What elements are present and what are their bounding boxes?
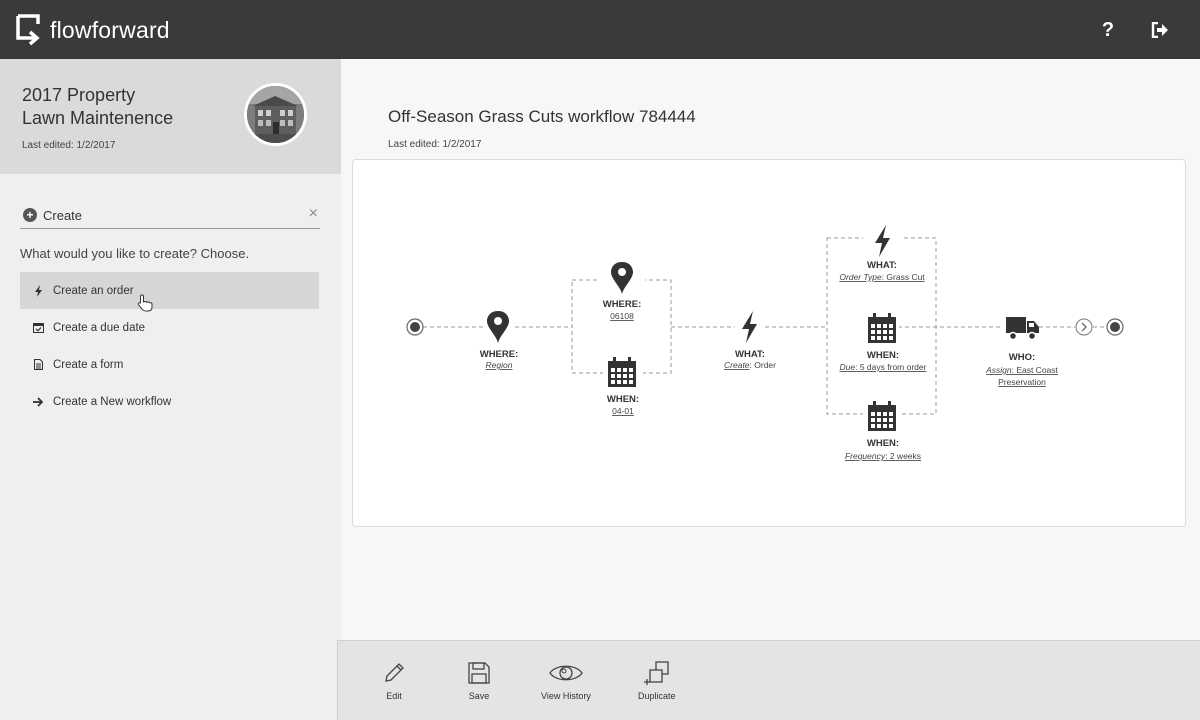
logout-icon [1151,22,1168,38]
building-image [247,86,304,143]
edit-button[interactable]: Edit [382,661,406,701]
svg-text:WHEN:: WHEN: [607,394,639,405]
arrow-right-icon [32,396,44,408]
create-menu: Create an order Create a due date Create… [20,272,319,420]
create-form-item[interactable]: Create a form [20,346,319,383]
svg-text:04-01: 04-01 [612,406,634,416]
workflow-diagram: WHERE: Region WHERE: 06108 WHEN: 04-01 W… [406,222,1124,461]
create-new-workflow-item[interactable]: Create a New workflow [20,383,319,420]
what-type-node[interactable]: WHAT: Order Type: Grass Cut [839,222,925,282]
next-step-button[interactable] [1075,318,1093,336]
svg-text:WHEN:: WHEN: [867,350,899,361]
svg-text:WHAT:: WHAT: [867,260,897,271]
svg-text:WHEN:: WHEN: [867,438,899,449]
view-history-label: View History [541,691,591,701]
logo-icon [16,14,40,46]
bottom-toolbar: Edit Save View History Duplicate [337,640,1200,720]
project-last-edited: Last edited: 1/2/2017 [22,140,116,151]
create-order-item[interactable]: Create an order [20,272,319,312]
map-pin-icon [487,311,509,343]
start-node[interactable] [406,318,424,336]
eye-icon [549,665,583,681]
edit-label: Edit [386,691,402,701]
svg-text:Order Type: Grass Cut: Order Type: Grass Cut [839,272,925,282]
sidebar: 2017 Property Lawn Maintenence Last edit… [0,59,341,720]
menu-item-label: Create a form [53,358,124,371]
duplicate-icon [643,661,669,685]
svg-text:Due: 5 days from order: Due: 5 days from order [840,362,927,372]
app-name: flowforward [50,16,170,43]
view-history-button[interactable]: View History [541,661,591,701]
app-logo[interactable]: flowforward [14,13,170,47]
end-node[interactable] [1106,318,1124,336]
where-zip-node[interactable]: WHERE: 06108 [599,260,645,321]
menu-item-label: Create a due date [53,321,146,334]
bolt-icon [742,311,757,343]
svg-text:WHO:: WHO: [1009,352,1035,363]
svg-text:WHERE:: WHERE: [480,349,519,360]
when-frequency-node[interactable]: WHEN: Frequency: 2 weeks [845,398,921,461]
pencil-icon [385,663,404,682]
workflow-title: Off-Season Grass Cuts workflow 784444 [388,107,696,126]
svg-text:WHERE:: WHERE: [603,299,642,310]
workflow-canvas[interactable]: WHERE: Region WHERE: 06108 WHEN: 04-01 W… [352,159,1186,527]
create-header: + Create × [20,205,320,229]
svg-text:WHAT:: WHAT: [735,349,765,360]
svg-text:06108: 06108 [610,311,634,321]
bolt-icon [32,284,44,297]
logout-button[interactable] [1148,18,1172,42]
where-region-node[interactable]: WHERE: Region [480,311,519,370]
calendar-icon [608,357,636,387]
project-avatar[interactable] [244,83,307,146]
duplicate-button[interactable]: Duplicate [638,661,676,701]
duplicate-label: Duplicate [638,691,676,701]
close-icon[interactable]: × [309,205,318,223]
truck-icon [1006,317,1039,341]
project-header: 2017 Property Lawn Maintenence Last edit… [0,59,341,174]
svg-text:Region: Region [486,360,513,370]
workflow-last-edited: Last edited: 1/2/2017 [388,139,482,150]
save-button[interactable]: Save [467,661,491,701]
project-title-line1: 2017 Property [22,85,136,105]
svg-text:Frequency: 2 weeks: Frequency: 2 weeks [845,451,921,461]
calendar-icon [868,401,896,431]
svg-text:Create: Order: Create: Order [724,360,776,370]
plus-circle-icon: + [23,208,37,222]
menu-item-label: Create an order [53,284,134,297]
when-date-node[interactable]: WHEN: 04-01 [603,356,643,416]
when-due-node[interactable]: WHEN: Due: 5 days from order [840,312,927,372]
help-button[interactable]: ? [1096,18,1120,42]
menu-item-label: Create a New workflow [53,395,172,408]
svg-text:Preservation: Preservation [998,377,1046,387]
project-title: 2017 Property Lawn Maintenence [22,84,222,130]
what-create-node[interactable]: WHAT: Create: Order [724,311,776,370]
floppy-disk-icon [468,662,490,684]
connector-lines [423,237,1105,415]
create-label: Create [43,208,83,223]
calendar-check-icon [32,322,44,334]
calendar-icon [868,313,896,343]
project-title-line2: Lawn Maintenence [22,108,174,128]
save-label: Save [468,691,490,701]
create-prompt: What would you like to create? Choose. [20,246,250,261]
document-icon [32,359,44,371]
top-bar: flowforward ? [0,0,1200,59]
create-due-date-item[interactable]: Create a due date [20,309,319,346]
svg-text:Assign: East Coast: Assign: East Coast [985,365,1058,375]
